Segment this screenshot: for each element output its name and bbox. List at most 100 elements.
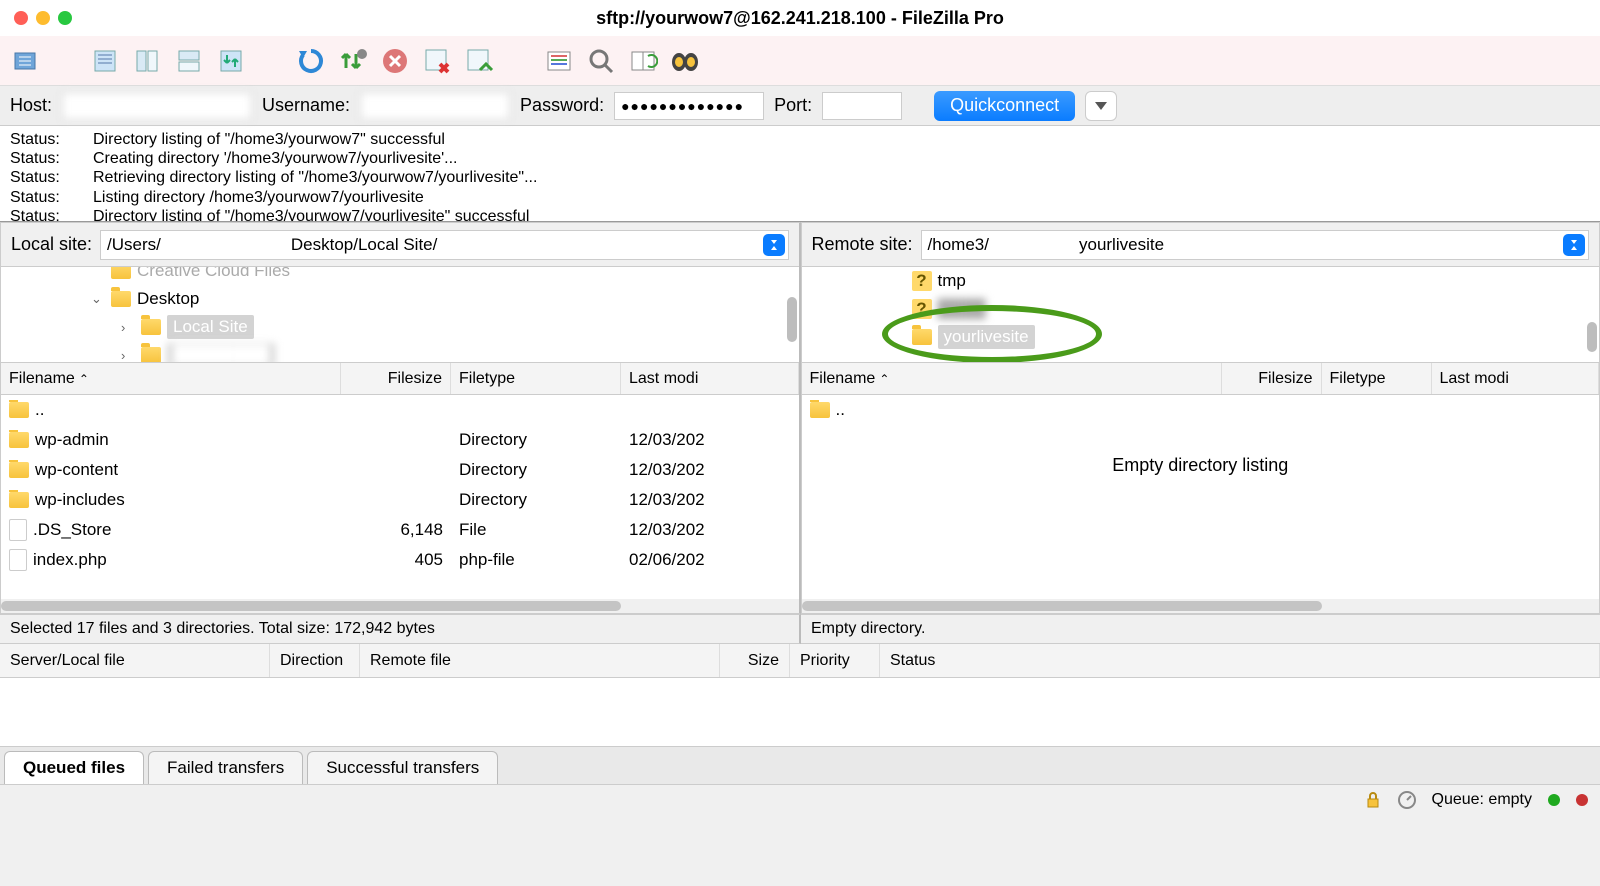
transfer-queue-list[interactable] bbox=[0, 678, 1600, 746]
main-toolbar bbox=[0, 36, 1600, 86]
title-bar: sftp://yourwow7@162.241.218.100 - FileZi… bbox=[0, 0, 1600, 36]
queue-status: Queue: empty bbox=[1432, 791, 1533, 809]
col-filename[interactable]: Filename⌃ bbox=[802, 363, 1222, 394]
tree-item-local-site[interactable]: Local Site bbox=[167, 315, 254, 339]
col-filetype[interactable]: Filetype bbox=[1322, 363, 1432, 394]
col-modified[interactable]: Last modi bbox=[1432, 363, 1600, 394]
empty-directory-message: Empty directory listing bbox=[802, 455, 1600, 476]
remote-site-label: Remote site: bbox=[812, 234, 913, 255]
col-direction[interactable]: Direction bbox=[270, 644, 360, 677]
folder-icon bbox=[9, 432, 29, 448]
compare-icon[interactable] bbox=[626, 44, 660, 78]
tree-item-tmp[interactable]: tmp bbox=[938, 271, 966, 291]
username-label: Username: bbox=[262, 95, 350, 116]
log-label: Status: bbox=[10, 168, 65, 187]
queue-tabs: Queued files Failed transfers Successful… bbox=[0, 746, 1600, 784]
list-item: .. bbox=[802, 395, 1600, 425]
search-icon[interactable] bbox=[584, 44, 618, 78]
log-message: Creating directory '/home3/yourwow7/your… bbox=[93, 149, 457, 168]
local-tree[interactable]: Creative Cloud Files ⌄ Desktop › Local S… bbox=[1, 267, 799, 363]
list-item: .. bbox=[1, 395, 799, 425]
log-message: Directory listing of "/home3/yourwow7" s… bbox=[93, 130, 445, 149]
chevron-right-icon[interactable]: › bbox=[121, 320, 135, 335]
lock-icon[interactable] bbox=[1364, 791, 1382, 809]
tree-item-yourlivesite[interactable]: yourlivesite bbox=[938, 325, 1035, 349]
remote-site-input[interactable]: /home3/ yourlivesite bbox=[921, 230, 1589, 260]
remote-selection-status: Empty directory. bbox=[801, 614, 1600, 644]
col-size[interactable]: Size bbox=[720, 644, 790, 677]
binoculars-icon[interactable] bbox=[668, 44, 702, 78]
log-message: Listing directory /home3/yourwow7/yourli… bbox=[93, 188, 424, 207]
log-label: Status: bbox=[10, 149, 65, 168]
col-remote-file[interactable]: Remote file bbox=[360, 644, 720, 677]
quickconnect-button[interactable]: Quickconnect bbox=[934, 91, 1075, 121]
toggle-log-icon[interactable] bbox=[88, 44, 122, 78]
speed-limit-icon[interactable] bbox=[1398, 791, 1416, 809]
toggle-queue-icon[interactable] bbox=[214, 44, 248, 78]
site-manager-icon[interactable] bbox=[8, 44, 42, 78]
col-filename[interactable]: Filename⌃ bbox=[1, 363, 341, 394]
filter-icon[interactable] bbox=[542, 44, 576, 78]
local-list-header: Filename⌃ Filesize Filetype Last modi bbox=[1, 363, 799, 395]
scrollbar-thumb-h[interactable] bbox=[802, 601, 1322, 611]
remote-tree[interactable]: ? tmp ? ████ yourlivesite bbox=[802, 267, 1600, 363]
scrollbar-thumb[interactable] bbox=[1587, 322, 1597, 352]
toggle-local-tree-icon[interactable] bbox=[130, 44, 164, 78]
folder-icon bbox=[9, 492, 29, 508]
tree-item-redacted[interactable]: ████████ bbox=[167, 343, 275, 363]
tab-failed-transfers[interactable]: Failed transfers bbox=[148, 751, 303, 784]
scrollbar-thumb[interactable] bbox=[787, 297, 797, 342]
folder-icon bbox=[141, 319, 161, 335]
cancel-icon[interactable] bbox=[378, 44, 412, 78]
folder-icon bbox=[9, 462, 29, 478]
folder-icon bbox=[810, 402, 830, 418]
tab-queued-files[interactable]: Queued files bbox=[4, 751, 144, 784]
port-input[interactable] bbox=[822, 92, 902, 120]
process-queue-icon[interactable] bbox=[336, 44, 370, 78]
quickconnect-bar: Host: Username: Password: ●●●●●●●●●●●●● … bbox=[0, 86, 1600, 126]
quickconnect-history-button[interactable] bbox=[1085, 91, 1117, 121]
folder-icon bbox=[111, 267, 131, 279]
log-message: Retrieving directory listing of "/home3/… bbox=[93, 168, 537, 187]
password-input[interactable]: ●●●●●●●●●●●●● bbox=[614, 92, 764, 120]
chevron-right-icon[interactable]: › bbox=[121, 348, 135, 363]
tree-item-redacted[interactable]: ████ bbox=[938, 299, 986, 319]
local-selection-status: Selected 17 files and 3 directories. Tot… bbox=[0, 614, 801, 644]
local-site-input[interactable]: /Users/ Desktop/Local Site/ bbox=[100, 230, 788, 260]
local-file-list[interactable]: .. wp-adminDirectory12/03/202 wp-content… bbox=[1, 395, 799, 613]
folder-icon bbox=[111, 291, 131, 307]
log-label: Status: bbox=[10, 130, 65, 149]
col-status[interactable]: Status bbox=[880, 644, 1600, 677]
local-pane: Local site: /Users/ Desktop/Local Site/ … bbox=[0, 222, 801, 614]
folder-icon bbox=[9, 402, 29, 418]
sort-asc-icon: ⌃ bbox=[79, 372, 89, 386]
col-filetype[interactable]: Filetype bbox=[451, 363, 621, 394]
col-priority[interactable]: Priority bbox=[790, 644, 880, 677]
col-filesize[interactable]: Filesize bbox=[341, 363, 451, 394]
host-input[interactable] bbox=[62, 92, 252, 120]
remote-list-header: Filename⌃ Filesize Filetype Last modi bbox=[802, 363, 1600, 395]
toggle-remote-tree-icon[interactable] bbox=[172, 44, 206, 78]
log-message: Directory listing of "/home3/yourwow7/yo… bbox=[93, 207, 529, 222]
col-filesize[interactable]: Filesize bbox=[1222, 363, 1322, 394]
transfer-queue-header: Server/Local file Direction Remote file … bbox=[0, 644, 1600, 678]
dropdown-icon[interactable] bbox=[763, 234, 785, 256]
status-bar: Queue: empty bbox=[0, 784, 1600, 814]
tree-item-desktop[interactable]: Desktop bbox=[137, 289, 199, 309]
col-modified[interactable]: Last modi bbox=[621, 363, 799, 394]
tab-successful-transfers[interactable]: Successful transfers bbox=[307, 751, 498, 784]
list-item: wp-includesDirectory12/03/202 bbox=[1, 485, 799, 515]
message-log[interactable]: Status: Directory listing of "/home3/your… bbox=[0, 126, 1600, 222]
chevron-down-icon[interactable]: ⌄ bbox=[91, 291, 105, 307]
password-label: Password: bbox=[520, 95, 604, 116]
remote-file-list[interactable]: .. Empty directory listing bbox=[802, 395, 1600, 613]
scrollbar-thumb-h[interactable] bbox=[1, 601, 621, 611]
refresh-icon[interactable] bbox=[294, 44, 328, 78]
col-server[interactable]: Server/Local file bbox=[0, 644, 270, 677]
reconnect-icon[interactable] bbox=[462, 44, 496, 78]
window-title: sftp://yourwow7@162.241.218.100 - FileZi… bbox=[0, 8, 1600, 29]
dropdown-icon[interactable] bbox=[1563, 234, 1585, 256]
username-input[interactable] bbox=[360, 92, 510, 120]
file-icon bbox=[9, 549, 27, 571]
disconnect-icon[interactable] bbox=[420, 44, 454, 78]
